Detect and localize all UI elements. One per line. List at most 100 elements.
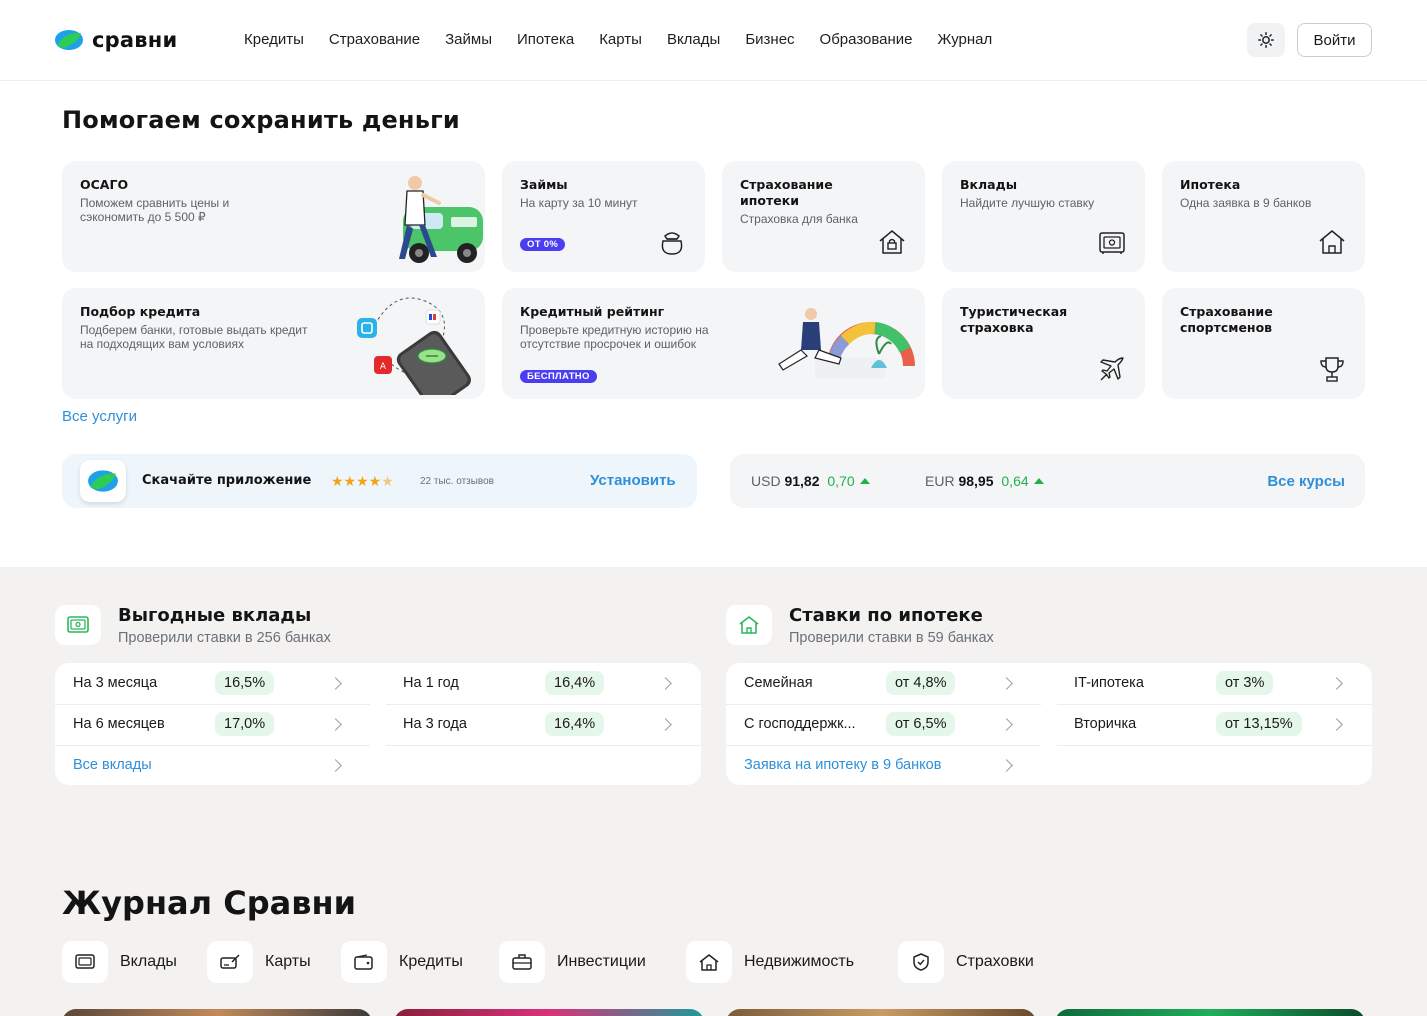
article-thumbnail[interactable] bbox=[62, 1009, 372, 1016]
badge-from-zero: ОТ 0% bbox=[520, 238, 566, 251]
login-button[interactable]: Войти bbox=[1297, 23, 1372, 57]
journal-tag-investments[interactable]: Инвестиции bbox=[499, 941, 646, 983]
row-label: Вторичка bbox=[1074, 716, 1137, 732]
logo-mark-icon bbox=[55, 30, 83, 50]
row-label: На 1 год bbox=[403, 675, 459, 691]
nav-item-mortgage[interactable]: Ипотека bbox=[517, 31, 574, 48]
mortgage-apply-link[interactable]: Заявка на ипотеку в 9 банков bbox=[744, 757, 941, 773]
chevron-right-icon bbox=[329, 759, 342, 772]
card-osago[interactable]: ОСАГО Поможем сравнить цены и сэкономить… bbox=[62, 161, 485, 272]
card-title: Туристическая страховка bbox=[960, 304, 1068, 335]
tag-label: Кредиты bbox=[399, 953, 463, 970]
nav-item-journal[interactable]: Журнал bbox=[938, 31, 993, 48]
logo[interactable]: сравни bbox=[54, 28, 177, 52]
eur-label: EUR bbox=[925, 473, 955, 489]
tag-label: Инвестиции bbox=[557, 953, 646, 970]
journal-tag-realty[interactable]: Недвижимость bbox=[686, 941, 854, 983]
card-subtitle: Подберем банки, готовые выдать кредит на… bbox=[80, 323, 308, 351]
install-app-link[interactable]: Установить bbox=[590, 472, 676, 489]
row-label: На 3 года bbox=[403, 716, 467, 732]
trophy-icon bbox=[1320, 357, 1344, 382]
deposits-title: Выгодные вклады bbox=[118, 605, 312, 626]
card-title: Ипотека bbox=[1180, 177, 1241, 192]
safe-icon bbox=[62, 941, 108, 983]
journal-tag-credits[interactable]: Кредиты bbox=[341, 941, 463, 983]
card-mortgage[interactable]: Ипотека Одна заявка в 9 банков bbox=[1162, 161, 1365, 272]
wallet-bag-icon bbox=[661, 232, 683, 255]
nav-item-deposits[interactable]: Вклады bbox=[667, 31, 720, 48]
card-mortgage-insurance[interactable]: Страхование ипотеки Страховка для банка bbox=[722, 161, 925, 272]
article-thumbnail[interactable] bbox=[1055, 1009, 1365, 1016]
tag-label: Недвижимость bbox=[744, 953, 855, 970]
card-title: Страхование спортсменов bbox=[1180, 304, 1273, 335]
divider bbox=[386, 704, 701, 705]
card-credit-selection[interactable]: Подбор кредита Подберем банки, готовые в… bbox=[62, 288, 485, 399]
nav-item-credits[interactable]: Кредиты bbox=[244, 31, 304, 48]
row-label: На 6 месяцев bbox=[73, 716, 165, 732]
up-arrow-icon bbox=[859, 478, 870, 484]
rate-pill: от 6,5% bbox=[886, 712, 956, 736]
card-travel-insurance[interactable]: Туристическая страховка bbox=[942, 288, 1145, 399]
article-thumbnail[interactable] bbox=[726, 1009, 1036, 1016]
divider bbox=[386, 745, 701, 746]
header: сравни Кредиты Страхование Займы Ипотека… bbox=[0, 0, 1427, 81]
journal-tag-cards[interactable]: Карты bbox=[207, 941, 311, 983]
chevron-right-icon bbox=[329, 677, 342, 690]
nav-item-business[interactable]: Бизнес bbox=[745, 31, 794, 48]
nav-item-cards[interactable]: Карты bbox=[599, 31, 642, 48]
eur-change: 0,64 bbox=[1001, 473, 1029, 489]
mortgage-block-icon bbox=[726, 605, 772, 645]
row-label: Семейная bbox=[744, 675, 813, 691]
nav-item-education[interactable]: Образование bbox=[820, 31, 913, 48]
safe-icon bbox=[67, 616, 89, 633]
nav-item-insurance[interactable]: Страхование bbox=[329, 31, 420, 48]
airplane-icon bbox=[1100, 357, 1124, 381]
rate-pill: от 3% bbox=[1216, 671, 1274, 695]
usd-label: USD bbox=[751, 473, 781, 489]
mortgage-subtitle: Проверили ставки в 59 банках bbox=[789, 630, 994, 646]
tag-label: Вклады bbox=[120, 953, 177, 970]
chevron-right-icon bbox=[659, 677, 672, 690]
shield-icon bbox=[898, 941, 944, 983]
all-deposits-link[interactable]: Все вклады bbox=[73, 757, 152, 773]
chevron-right-icon bbox=[329, 718, 342, 731]
card-subtitle: Найдите лучшую ставку bbox=[960, 196, 1095, 210]
card-credit-rating[interactable]: Кредитный рейтинг Проверьте кредитную ис… bbox=[502, 288, 925, 399]
usd-rate: USD 91,82 0,70 bbox=[751, 473, 870, 489]
card-title: Займы bbox=[520, 177, 568, 192]
rate-pill: 16,4% bbox=[545, 712, 605, 736]
card-loans[interactable]: Займы На карту за 10 минут ОТ 0% bbox=[502, 161, 705, 272]
deposits-panel: На 3 месяца 16,5% На 1 год 16,4% На 6 ме… bbox=[55, 663, 701, 785]
journal-title: Журнал Сравни bbox=[62, 884, 356, 922]
card-deposits[interactable]: Вклады Найдите лучшую ставку bbox=[942, 161, 1145, 272]
journal-tag-insurance[interactable]: Страховки bbox=[898, 941, 1034, 983]
theme-toggle-button[interactable] bbox=[1247, 23, 1285, 57]
card-athletes-insurance[interactable]: Страхование спортсменов bbox=[1162, 288, 1365, 399]
all-rates-link[interactable]: Все курсы bbox=[1267, 473, 1345, 490]
house-icon bbox=[686, 941, 732, 983]
card-title: Вклады bbox=[960, 177, 1018, 192]
usd-value: 91,82 bbox=[784, 473, 820, 489]
car-person-illustration bbox=[399, 176, 483, 263]
card-subtitle: Одна заявка в 9 банков bbox=[1180, 196, 1312, 210]
all-services-link[interactable]: Все услуги bbox=[62, 408, 137, 425]
chevron-right-icon bbox=[1330, 718, 1343, 731]
divider bbox=[1057, 704, 1372, 705]
divider bbox=[726, 704, 1041, 705]
article-thumbnail[interactable] bbox=[394, 1009, 704, 1016]
rating-gauge-illustration bbox=[778, 308, 915, 378]
nav-item-loans[interactable]: Займы bbox=[445, 31, 492, 48]
download-app-banner[interactable]: Скачайте приложение ★★★★★ 22 тыс. отзыво… bbox=[62, 454, 697, 508]
badge-free: БЕСПЛАТНО bbox=[520, 370, 597, 383]
divider bbox=[55, 745, 370, 746]
logo-text: сравни bbox=[92, 28, 178, 52]
chevron-right-icon bbox=[1000, 677, 1013, 690]
journal-tag-deposits[interactable]: Вклады bbox=[62, 941, 177, 983]
svg-text:А: А bbox=[380, 362, 387, 372]
deposits-block-icon bbox=[55, 605, 101, 645]
download-app-text: Скачайте приложение bbox=[142, 473, 312, 488]
divider bbox=[1057, 745, 1372, 746]
card-subtitle: Проверьте кредитную историю на отсутстви… bbox=[520, 323, 709, 351]
main-nav: Кредиты Страхование Займы Ипотека Карты … bbox=[244, 31, 1017, 48]
chevron-right-icon bbox=[1000, 759, 1013, 772]
